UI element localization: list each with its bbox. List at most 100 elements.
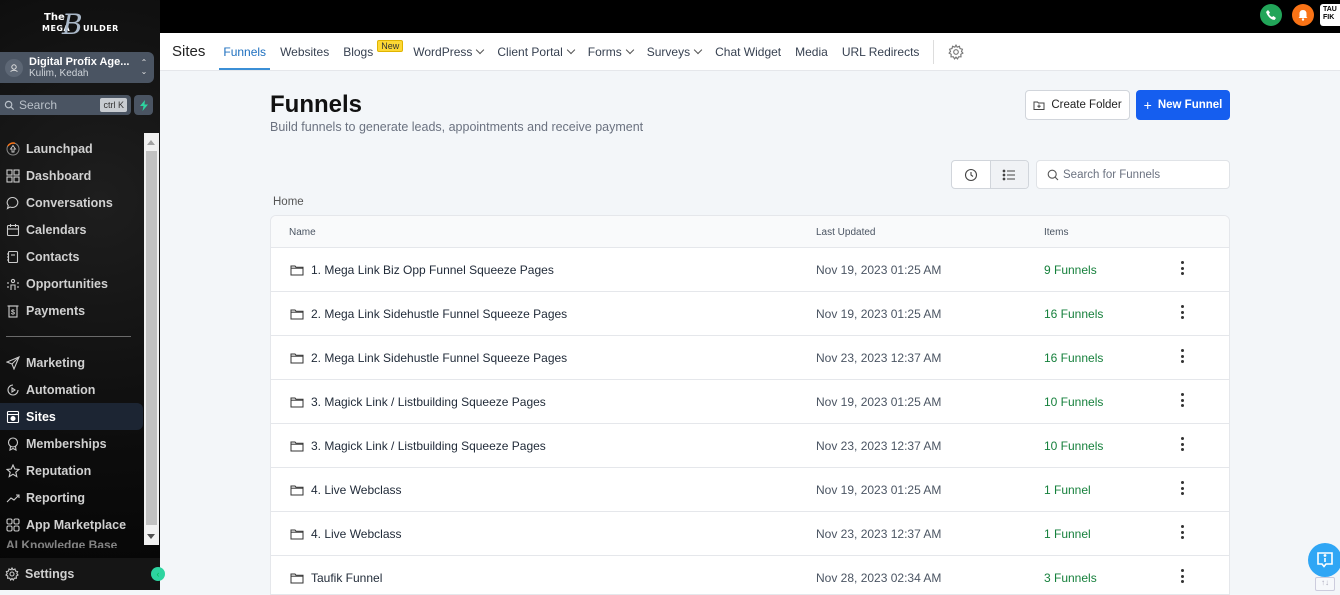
sidebar-item-contacts[interactable]: Contacts (0, 243, 143, 270)
sidebar-item-automation[interactable]: Automation (0, 376, 143, 403)
top-bar: TAU FIK (160, 0, 1340, 33)
row-menu-icon[interactable] (1176, 480, 1188, 496)
notifications-button[interactable] (1292, 4, 1314, 26)
tab-label: Media (795, 44, 828, 59)
sidebar-item-dashboard[interactable]: Dashboard (0, 162, 143, 189)
sidebar-search[interactable]: Search ctrl K (0, 95, 131, 115)
sidebar-item-marketing[interactable]: Marketing (0, 349, 143, 376)
apps-icon (6, 517, 20, 532)
scroll-up-arrow[interactable] (147, 140, 155, 145)
sort-toggle-icon[interactable]: ↑↓ (1315, 577, 1335, 591)
column-last-updated[interactable]: Last Updated (816, 227, 876, 238)
folder-name[interactable]: 2. Mega Link Sidehustle Funnel Squeeze P… (290, 351, 567, 365)
table-row[interactable]: 1. Mega Link Biz Opp Funnel Squeeze Page… (271, 248, 1229, 292)
items-count[interactable]: 10 Funnels (1044, 439, 1103, 453)
sidebar-item-app-marketplace[interactable]: App Marketplace (0, 511, 143, 538)
sidebar-item-partial[interactable]: AI Knowledge Base (0, 538, 143, 548)
column-items[interactable]: Items (1044, 227, 1068, 238)
sidebar-item-reporting[interactable]: Reporting (0, 484, 143, 511)
table-row[interactable]: 3. Magick Link / Listbuilding Squeeze Pa… (271, 424, 1229, 468)
sidebar-scrollbar[interactable] (144, 133, 159, 545)
table-row[interactable]: 2. Mega Link Sidehustle Funnel Squeeze P… (271, 292, 1229, 336)
items-count[interactable]: 1 Funnel (1044, 527, 1091, 541)
tab-surveys[interactable]: Surveys (646, 33, 703, 71)
items-count[interactable]: 16 Funnels (1044, 351, 1103, 365)
chevron-updown-icon: ⌃ ⌄ (140, 58, 148, 76)
list-view-button[interactable] (989, 161, 1028, 188)
logo-uilder: UILDER (83, 24, 119, 33)
quick-actions-button[interactable] (134, 95, 153, 115)
tab-media[interactable]: Media (795, 33, 828, 71)
search-funnels-field[interactable] (1036, 160, 1230, 189)
tab-url-redirects[interactable]: URL Redirects (842, 33, 920, 71)
chevron-down-icon (625, 45, 634, 54)
items-count[interactable]: 3 Funnels (1044, 571, 1097, 585)
user-avatar[interactable]: TAU FIK (1320, 4, 1340, 26)
tab-blogs[interactable]: Blogs New (343, 33, 404, 71)
tab-label: Client Portal (497, 44, 563, 59)
items-count[interactable]: 9 Funnels (1044, 263, 1097, 277)
tab-label: Surveys (646, 44, 691, 59)
table-row[interactable]: 3. Magick Link / Listbuilding Squeeze Pa… (271, 380, 1229, 424)
tab-chat-widget[interactable]: Chat Widget (715, 33, 781, 71)
breadcrumb-home[interactable]: Home (273, 196, 304, 208)
sidebar-item-conversations[interactable]: Conversations (0, 189, 143, 216)
sidebar-item-payments[interactable]: $ Payments (0, 297, 143, 324)
scroll-thumb[interactable] (146, 151, 157, 525)
row-menu-icon[interactable] (1176, 436, 1188, 452)
folder-name[interactable]: 4. Live Webclass (290, 527, 402, 541)
sidebar-item-opportunities[interactable]: Opportunities (0, 270, 143, 297)
tab-client-portal[interactable]: Client Portal (497, 33, 575, 71)
tab-label: Chat Widget (715, 44, 782, 59)
search-funnels-input[interactable] (1063, 168, 1223, 181)
create-folder-button[interactable]: Create Folder (1025, 90, 1130, 120)
last-updated: Nov 19, 2023 01:25 AM (816, 307, 942, 321)
row-menu-icon[interactable] (1176, 568, 1188, 584)
sidebar-item-calendars[interactable]: Calendars (0, 216, 143, 243)
tab-funnels[interactable]: Funnels (219, 33, 270, 71)
sidebar-item-reputation[interactable]: Reputation (0, 457, 143, 484)
table-row[interactable]: Taufik Funnel Nov 28, 2023 02:34 AM 3 Funn… (271, 556, 1229, 594)
last-updated: Nov 28, 2023 02:34 AM (816, 571, 942, 585)
folder-name[interactable]: 3. Magick Link / Listbuilding Squeeze Pa… (290, 395, 546, 409)
items-count[interactable]: 10 Funnels (1044, 395, 1103, 409)
folder-name-text: 4. Live Webclass (311, 527, 402, 541)
folder-name[interactable]: 3. Magick Link / Listbuilding Squeeze Pa… (290, 439, 546, 453)
tab-forms[interactable]: Forms (588, 33, 634, 71)
new-funnel-button[interactable]: + New Funnel (1136, 90, 1230, 120)
table-row[interactable]: 2. Mega Link Sidehustle Funnel Squeeze P… (271, 336, 1229, 380)
row-menu-icon[interactable] (1176, 524, 1188, 540)
folder-name[interactable]: Taufik Funnel (290, 571, 382, 585)
settings-gear-icon[interactable] (948, 43, 965, 60)
sidebar-item-settings[interactable]: Settings (0, 558, 160, 590)
sidebar-item-sites[interactable]: Sites (0, 403, 143, 430)
items-count[interactable]: 16 Funnels (1044, 307, 1103, 321)
account-avatar (5, 58, 23, 77)
brand-logo[interactable]: The MEGA B UILDER (40, 8, 120, 41)
table-row[interactable]: 4. Live Webclass Nov 23, 2023 12:37 AM 1 F… (271, 512, 1229, 556)
sidebar-item-launchpad[interactable]: Launchpad (0, 135, 143, 162)
folder-name-text: Taufik Funnel (311, 571, 383, 585)
folder-name[interactable]: 2. Mega Link Sidehustle Funnel Squeeze P… (290, 307, 567, 321)
tab-divider (933, 39, 935, 64)
row-menu-icon[interactable] (1176, 304, 1188, 320)
tab-wordpress[interactable]: WordPress (413, 33, 485, 71)
folder-name[interactable]: 1. Mega Link Biz Opp Funnel Squeeze Page… (290, 263, 554, 277)
account-switcher[interactable]: Digital Profix Age... Kulim, Kedah ⌃ ⌄ (0, 52, 154, 83)
last-updated: Nov 23, 2023 12:37 AM (816, 527, 942, 541)
scroll-down-arrow[interactable] (147, 534, 155, 539)
help-chat-button[interactable] (1308, 543, 1340, 577)
sidebar-item-memberships[interactable]: Memberships (0, 430, 143, 457)
items-count[interactable]: 1 Funnel (1044, 483, 1091, 497)
row-menu-icon[interactable] (1176, 392, 1188, 408)
phone-button[interactable] (1260, 4, 1282, 26)
row-menu-icon[interactable] (1176, 348, 1188, 364)
collapse-sidebar-button[interactable]: ‹ (151, 567, 165, 581)
row-menu-icon[interactable] (1176, 260, 1188, 276)
plus-icon: + (1143, 97, 1152, 113)
column-name[interactable]: Name (289, 227, 316, 238)
tab-websites[interactable]: Websites (280, 33, 329, 71)
recent-view-button[interactable] (952, 161, 990, 188)
folder-name[interactable]: 4. Live Webclass (290, 483, 402, 497)
table-row[interactable]: 4. Live Webclass Nov 19, 2023 01:25 AM 1 F… (271, 468, 1229, 512)
